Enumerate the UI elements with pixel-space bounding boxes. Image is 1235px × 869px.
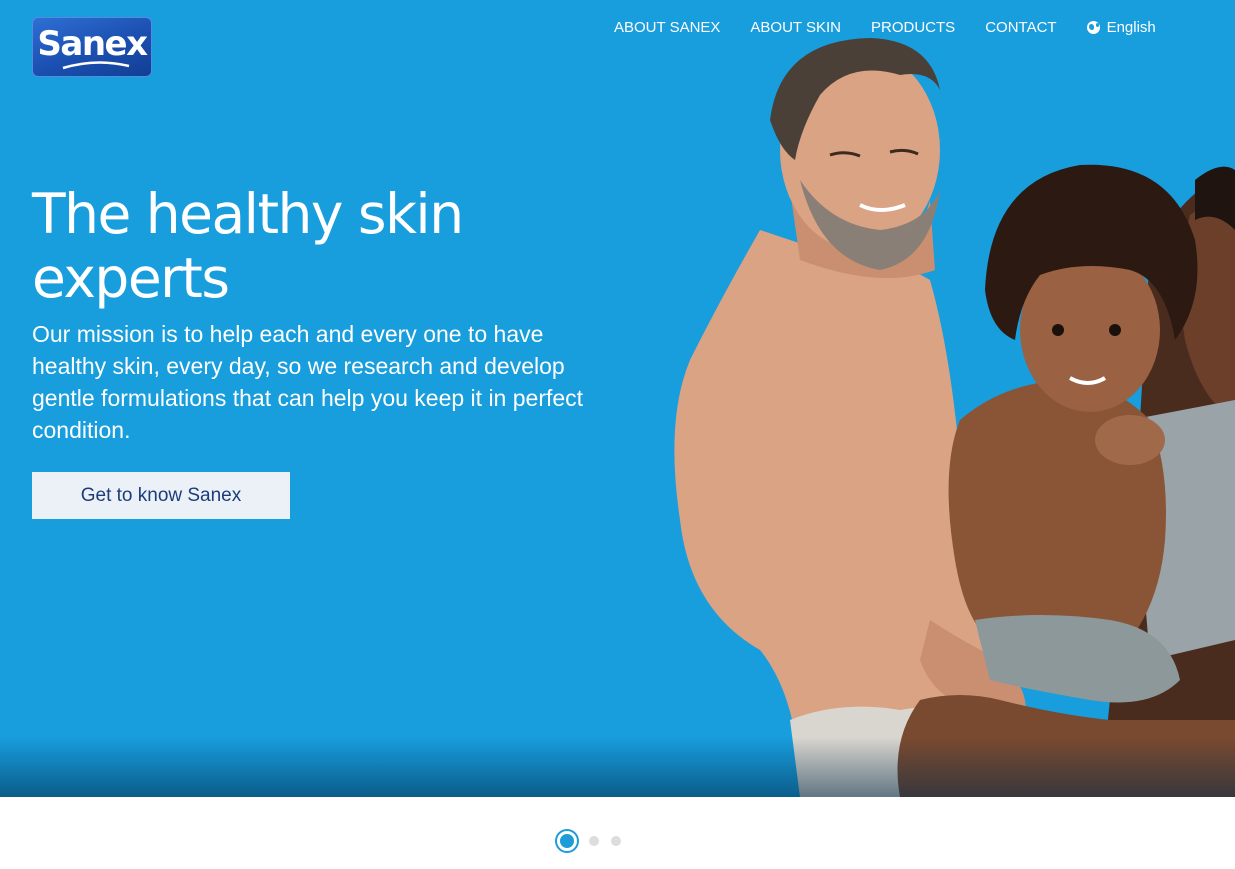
- hero-title: The healthy skin experts: [32, 182, 464, 310]
- carousel-dot-2[interactable]: [589, 836, 599, 846]
- hero-banner: Sanex ABOUT SANEX ABOUT SKIN PRODUCTS CO…: [0, 0, 1235, 797]
- nav-item-contact[interactable]: CONTACT: [985, 19, 1056, 36]
- language-selector[interactable]: English: [1086, 18, 1156, 36]
- sanex-logo[interactable]: Sanex: [32, 17, 152, 77]
- carousel-dot-1[interactable]: [557, 831, 577, 851]
- carousel-pagination: [557, 831, 621, 851]
- nav-item-about-sanex[interactable]: ABOUT SANEX: [614, 19, 720, 36]
- get-to-know-sanex-button[interactable]: Get to know Sanex: [32, 472, 290, 519]
- language-label: English: [1106, 18, 1156, 36]
- logo-text: Sanex: [37, 24, 148, 64]
- globe-icon: [1086, 20, 1100, 34]
- main-nav: ABOUT SANEX ABOUT SKIN PRODUCTS CONTACT …: [614, 17, 1156, 37]
- nav-item-about-skin[interactable]: ABOUT SKIN: [750, 19, 841, 36]
- carousel-dot-3[interactable]: [611, 836, 621, 846]
- hero-description: Our mission is to help each and every on…: [32, 321, 584, 443]
- hero-bottom-shade: [0, 737, 1235, 797]
- logo-swoosh-icon: [62, 61, 130, 70]
- nav-item-products[interactable]: PRODUCTS: [871, 19, 955, 36]
